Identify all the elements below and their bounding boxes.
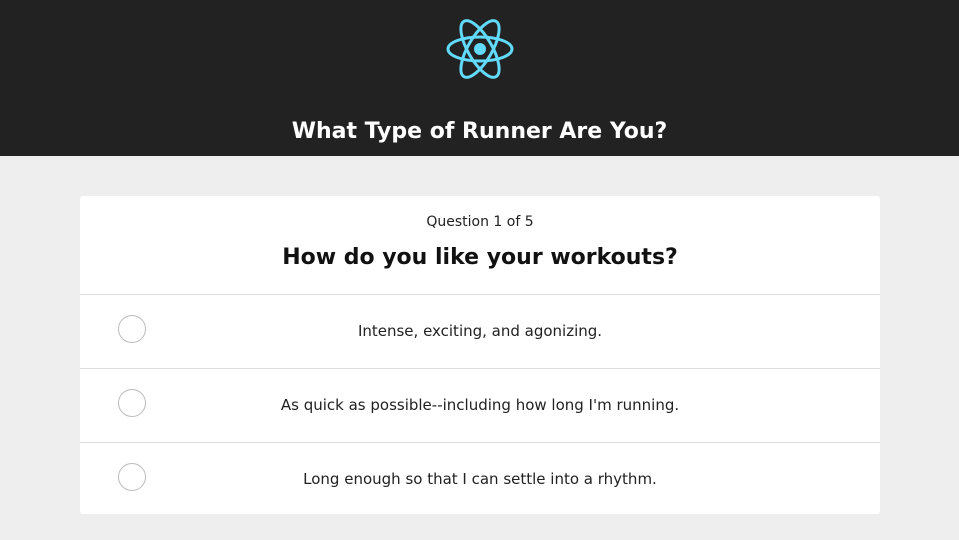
answer-label: Intense, exciting, and agonizing. [357, 322, 603, 340]
answer-label: As quick as possible--including how long… [280, 396, 680, 414]
question-header: Question 1 of 5 How do you like your wor… [80, 196, 880, 295]
answer-label: Long enough so that I can settle into a … [303, 470, 657, 488]
question-text: How do you like your workouts? [282, 245, 678, 270]
answer-option[interactable]: Long enough so that I can settle into a … [80, 443, 880, 516]
react-atom-icon [446, 19, 514, 79]
app-header: What Type of Runner Are You? [0, 0, 959, 156]
answer-option[interactable]: Intense, exciting, and agonizing. [80, 295, 880, 369]
quiz-card: Question 1 of 5 How do you like your wor… [80, 196, 880, 514]
answer-option[interactable]: As quick as possible--including how long… [80, 369, 880, 443]
question-count: Question 1 of 5 [426, 214, 534, 230]
page-title: What Type of Runner Are You? [291, 119, 668, 144]
